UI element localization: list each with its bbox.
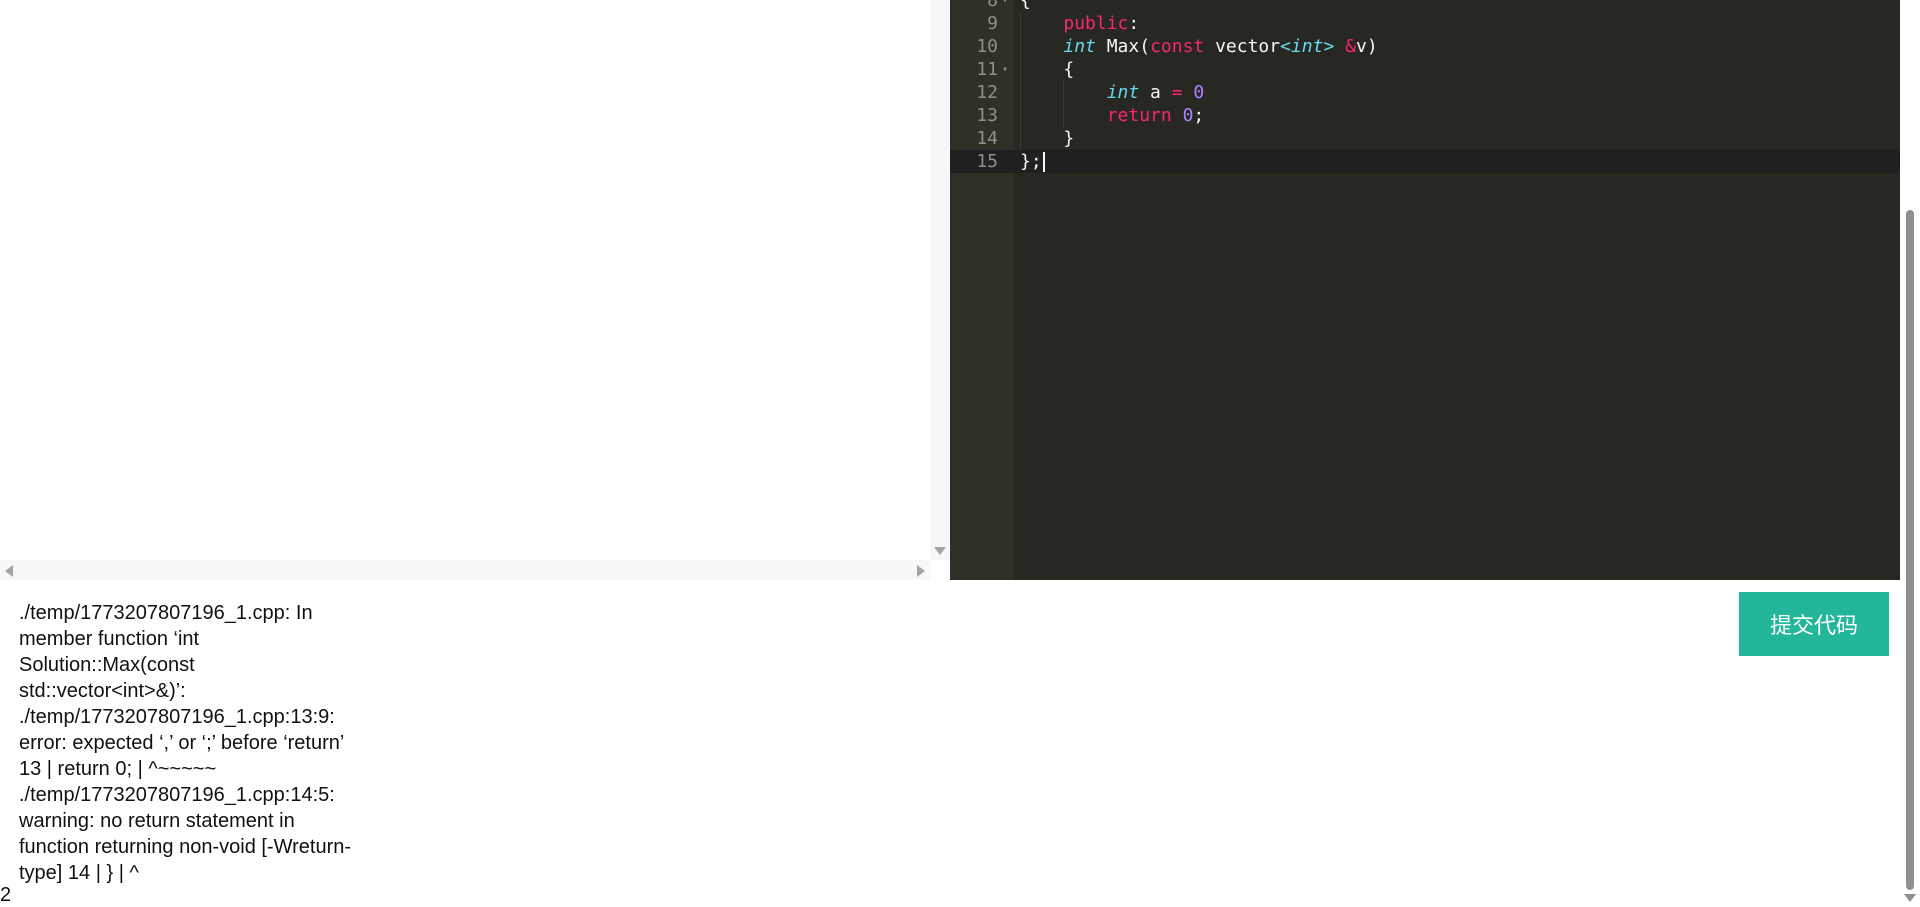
fold-toggle-icon[interactable]: ▾ <box>1002 0 1008 12</box>
line-number: 9 <box>987 13 998 34</box>
text-cursor <box>1042 152 1045 172</box>
line-number: 8 <box>987 0 998 11</box>
code-line[interactable]: 8 ▾ { <box>950 0 1900 12</box>
line-number: 12 <box>976 82 998 103</box>
line-number: 10 <box>976 36 998 57</box>
fold-toggle-icon[interactable]: ▾ <box>1002 58 1008 81</box>
compiler-output: ./temp/1773207807196_1.cpp: In member fu… <box>19 602 352 884</box>
code-text: { <box>1020 59 1075 80</box>
line-number: 11 <box>976 59 998 80</box>
submit-code-button[interactable]: 提交代码 <box>1739 592 1889 656</box>
code-text: int a = 0 <box>1106 82 1205 103</box>
scroll-left-arrow-icon[interactable] <box>5 565 13 577</box>
code-text: }; <box>1020 150 1045 173</box>
page-scroll-down-arrow-icon[interactable] <box>1904 894 1916 902</box>
indent-guide <box>1020 12 1021 150</box>
code-line[interactable]: 12 int a = 0 <box>950 81 1900 104</box>
code-line[interactable]: 13 return 0; <box>950 104 1900 127</box>
code-line[interactable]: 14 } <box>950 127 1900 150</box>
code-text: { <box>1020 0 1031 11</box>
line-number: 13 <box>976 105 998 126</box>
scroll-down-arrow-icon[interactable] <box>934 547 946 555</box>
code-text: return 0; <box>1106 105 1205 126</box>
stray-text: 2 <box>0 884 12 906</box>
code-line[interactable]: 9 public: <box>950 12 1900 35</box>
line-number: 15 <box>976 151 998 172</box>
page-scrollbar-thumb[interactable] <box>1906 210 1914 890</box>
problem-pane <box>0 0 950 580</box>
code-line[interactable]: 11 ▾ { <box>950 58 1900 81</box>
code-line[interactable]: 10 int Max(const vector<int> &v) <box>950 35 1900 58</box>
indent-guide <box>1063 81 1064 127</box>
code-text: int Max(const vector<int> &v) <box>1063 36 1378 57</box>
problem-pane-horizontal-scrollbar[interactable] <box>0 560 930 580</box>
line-number: 14 <box>976 128 998 149</box>
scroll-right-arrow-icon[interactable] <box>917 565 925 577</box>
code-text: } <box>1020 128 1075 149</box>
code-text: public: <box>1063 13 1140 34</box>
problem-pane-vertical-scrollbar[interactable] <box>930 0 950 560</box>
code-editor[interactable]: 8 ▾{9 public: 10 int Max(const vector<int>… <box>950 0 1900 580</box>
code-line[interactable]: 15}; <box>950 150 1900 173</box>
page-vertical-scrollbar[interactable] <box>1900 0 1920 906</box>
